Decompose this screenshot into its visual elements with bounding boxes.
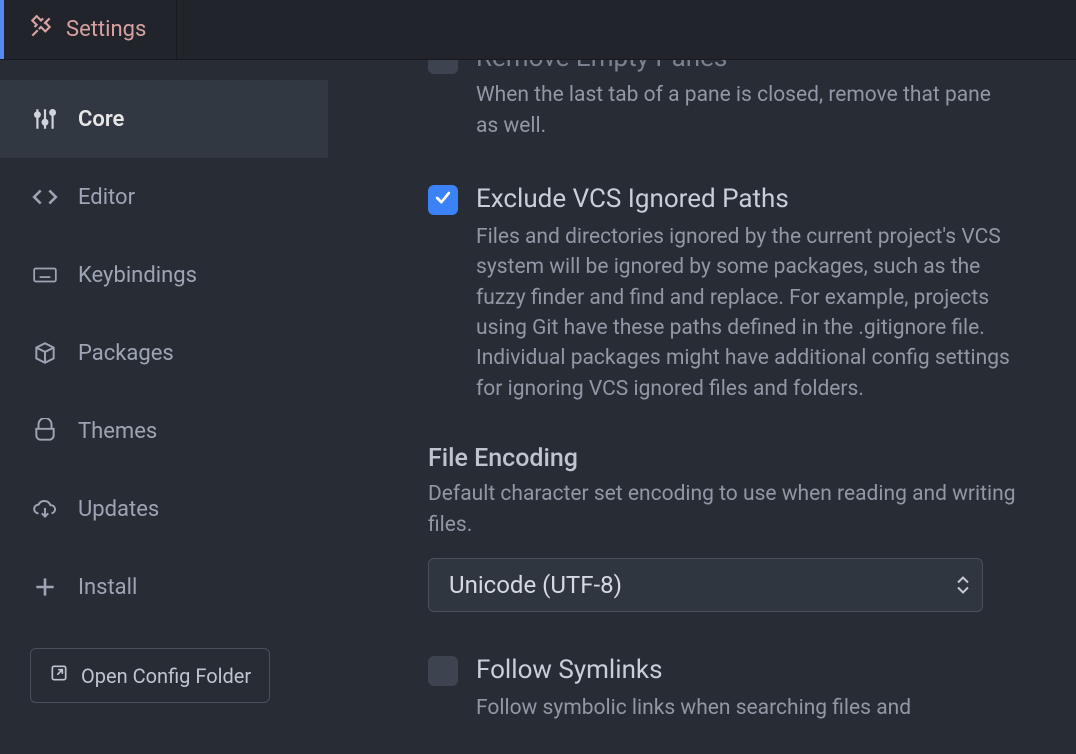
check-icon	[433, 188, 453, 212]
select-value: Unicode (UTF-8)	[449, 571, 622, 599]
updown-icon	[957, 576, 969, 595]
setting-exclude-vcs: Exclude VCS Ignored Paths Files and dire…	[428, 181, 1016, 404]
sidebar-item-label: Install	[78, 575, 137, 600]
setting-description: Default character set encoding to use wh…	[428, 479, 1016, 540]
sidebar-item-label: Themes	[78, 419, 157, 444]
open-config-folder-button[interactable]: Open Config Folder	[30, 648, 270, 703]
sidebar-item-themes[interactable]: Themes	[0, 392, 328, 470]
setting-title: Remove Empty Panes	[476, 60, 1016, 76]
tab-settings[interactable]: Settings	[0, 0, 177, 59]
checkbox-follow-symlinks[interactable]	[428, 656, 458, 686]
paint-bucket-icon	[30, 418, 60, 444]
external-link-icon	[49, 663, 69, 688]
setting-file-encoding: File Encoding Default character set enco…	[428, 444, 1016, 612]
setting-description: Follow symbolic links when searching fil…	[476, 693, 911, 723]
cloud-download-icon	[30, 496, 60, 522]
plus-icon	[30, 574, 60, 600]
setting-heading: File Encoding	[428, 444, 1016, 473]
sidebar-item-install[interactable]: Install	[0, 548, 328, 626]
sidebar-item-editor[interactable]: Editor	[0, 158, 328, 236]
package-icon	[30, 340, 60, 366]
setting-follow-symlinks: Follow Symlinks Follow symbolic links wh…	[428, 652, 1016, 723]
open-config-label: Open Config Folder	[81, 664, 251, 688]
setting-remove-empty-panes: Remove Empty Panes When the last tab of …	[428, 60, 1016, 141]
sidebar-item-updates[interactable]: Updates	[0, 470, 328, 548]
sliders-icon	[30, 106, 60, 132]
settings-sidebar: Core Editor Keybindings	[0, 60, 328, 754]
setting-description: When the last tab of a pane is closed, r…	[476, 80, 1016, 141]
setting-description: Files and directories ignored by the cur…	[476, 222, 1016, 405]
sidebar-item-label: Keybindings	[78, 263, 197, 288]
sidebar-item-keybindings[interactable]: Keybindings	[0, 236, 328, 314]
tab-label: Settings	[66, 17, 146, 42]
setting-title: Follow Symlinks	[476, 652, 911, 688]
settings-panel: Remove Empty Panes When the last tab of …	[328, 60, 1076, 754]
sidebar-item-packages[interactable]: Packages	[0, 314, 328, 392]
settings-icon	[28, 14, 54, 46]
setting-title: Exclude VCS Ignored Paths	[476, 181, 1016, 217]
sidebar-item-core[interactable]: Core	[0, 80, 328, 158]
sidebar-item-label: Packages	[78, 341, 174, 366]
keyboard-icon	[30, 262, 60, 288]
sidebar-item-label: Editor	[78, 185, 135, 210]
checkbox-remove-empty-panes[interactable]	[428, 60, 458, 74]
sidebar-item-label: Core	[78, 107, 124, 132]
file-encoding-select[interactable]: Unicode (UTF-8)	[428, 558, 983, 612]
sidebar-item-label: Updates	[78, 497, 159, 522]
code-icon	[30, 184, 60, 210]
checkbox-exclude-vcs[interactable]	[428, 185, 458, 215]
tab-bar: Settings	[0, 0, 1076, 60]
